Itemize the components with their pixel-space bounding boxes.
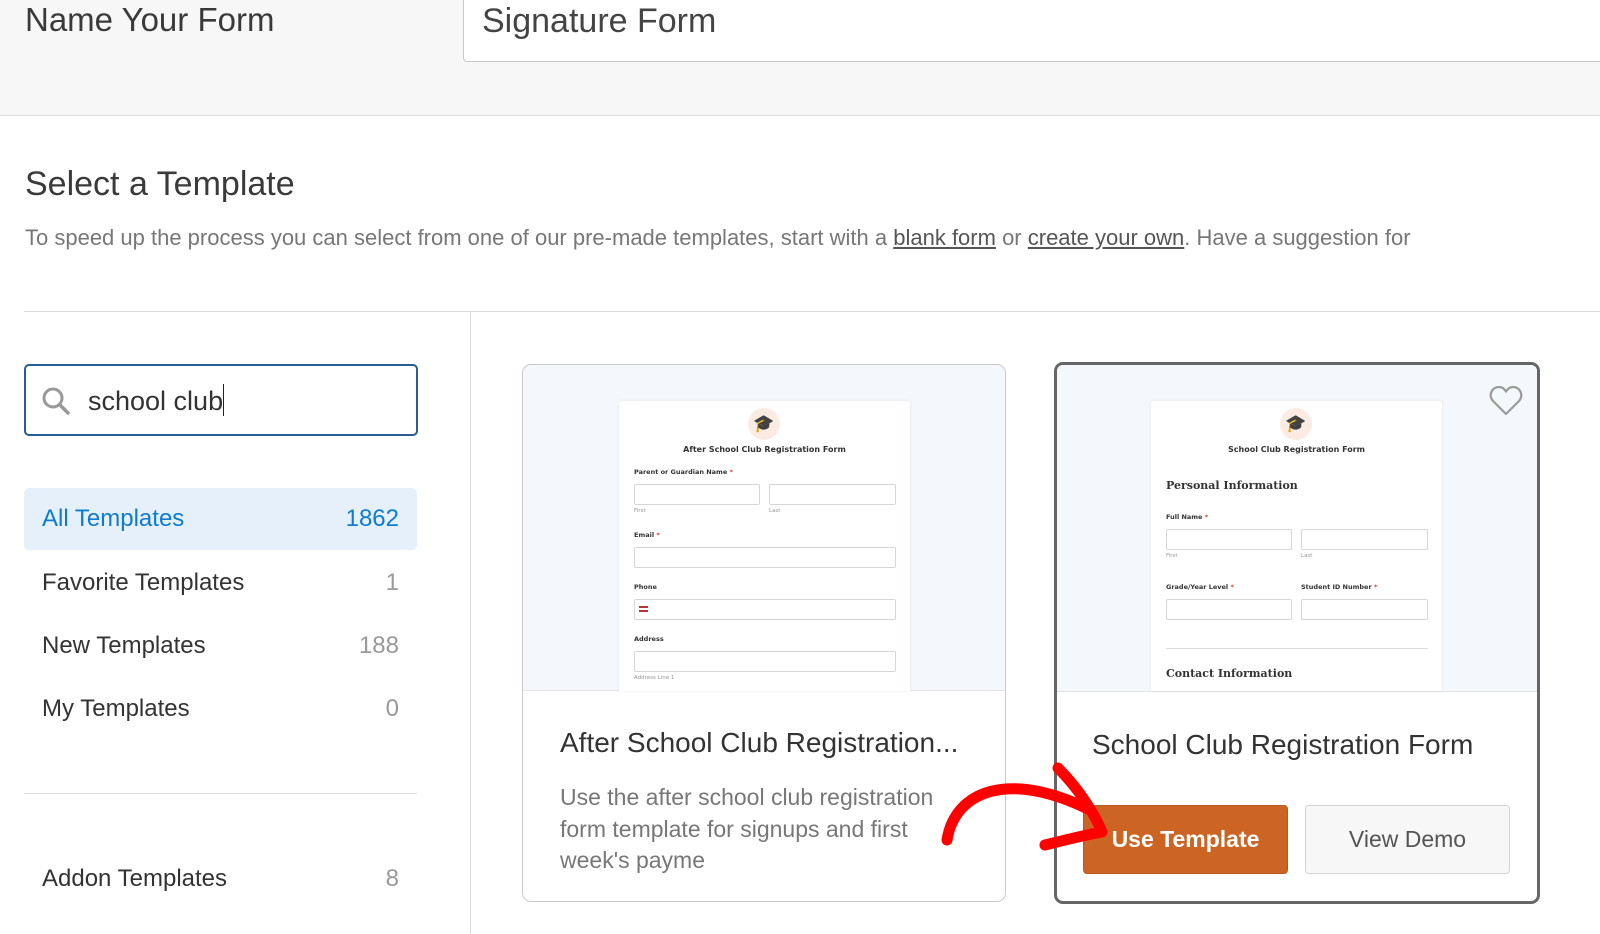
sidebar-item-count: 0 bbox=[385, 695, 399, 722]
preview-title: School Club Registration Form bbox=[1228, 445, 1365, 454]
divider bbox=[24, 793, 417, 794]
sidebar-item-favorite-templates[interactable]: Favorite Templates 1 bbox=[24, 552, 417, 614]
preview-sublabel: First bbox=[1166, 553, 1178, 559]
sidebar-item-label: Favorite Templates bbox=[42, 569, 245, 596]
preview-field bbox=[1166, 529, 1292, 550]
template-title: After School Club Registration... bbox=[560, 727, 959, 758]
sidebar-item-label: My Templates bbox=[42, 695, 190, 722]
preview-field bbox=[634, 547, 896, 568]
graduation-cap-icon: 🎓 bbox=[748, 408, 780, 440]
preview-field bbox=[634, 651, 896, 672]
desc-text: or bbox=[995, 225, 1028, 250]
preview-field bbox=[634, 484, 760, 505]
sidebar-item-label: All Templates bbox=[42, 505, 185, 532]
sidebar-item-my-templates[interactable]: My Templates 0 bbox=[24, 678, 417, 740]
form-name-input[interactable]: Signature Form bbox=[463, 0, 1600, 62]
template-preview: 🎓 After School Club Registration Form Pa… bbox=[523, 365, 1005, 691]
template-description: Use the after school club registration f… bbox=[560, 784, 934, 873]
preview-label: Full Name bbox=[1166, 513, 1203, 521]
preview-divider bbox=[1166, 648, 1428, 649]
template-preview: 🎓 School Club Registration Form Personal… bbox=[1057, 365, 1537, 692]
preview-section-title: Personal Information bbox=[1166, 479, 1298, 492]
page-title: Select a Template bbox=[25, 165, 295, 203]
sidebar-item-all-templates[interactable]: All Templates 1862 bbox=[24, 488, 417, 550]
blank-form-link[interactable]: blank form bbox=[893, 225, 996, 250]
preview-label: Phone bbox=[634, 583, 657, 591]
template-title: School Club Registration Form bbox=[1092, 729, 1474, 760]
name-your-form-label: Name Your Form bbox=[25, 1, 275, 38]
preview-sublabel: Address Line 1 bbox=[634, 675, 675, 681]
preview-field bbox=[1166, 599, 1292, 620]
preview-field bbox=[634, 599, 896, 620]
sidebar-item-label: Addon Templates bbox=[42, 865, 228, 892]
sidebar-item-addon-templates[interactable]: Addon Templates 8 bbox=[24, 848, 417, 910]
search-icon bbox=[42, 387, 70, 415]
preview-field bbox=[769, 484, 896, 505]
preview-field bbox=[1301, 529, 1428, 550]
sidebar-item-count: 8 bbox=[385, 865, 399, 892]
form-preview: 🎓 After School Club Registration Form Pa… bbox=[619, 401, 910, 691]
favorite-heart-icon[interactable] bbox=[1489, 385, 1523, 417]
template-card-after-school-club[interactable]: 🎓 After School Club Registration Form Pa… bbox=[522, 364, 1006, 902]
text-caret bbox=[223, 384, 225, 416]
template-card-school-club[interactable]: 🎓 School Club Registration Form Personal… bbox=[1054, 362, 1540, 904]
preview-label: Email bbox=[634, 531, 655, 539]
use-template-button[interactable]: Use Template bbox=[1083, 805, 1288, 874]
desc-text: To speed up the process you can select f… bbox=[25, 225, 894, 250]
sidebar-item-new-templates[interactable]: New Templates 188 bbox=[24, 615, 417, 677]
preview-sublabel: First bbox=[634, 508, 646, 514]
desc-text: . Have a suggestion for bbox=[1184, 225, 1411, 250]
search-value: school club bbox=[88, 384, 225, 417]
preview-label: Grade/Year Level bbox=[1166, 583, 1229, 591]
preview-title: After School Club Registration Form bbox=[683, 445, 846, 454]
divider bbox=[24, 311, 1600, 312]
divider bbox=[470, 311, 471, 934]
sidebar-item-count: 188 bbox=[358, 632, 399, 659]
sidebar-item-count: 1 bbox=[385, 569, 399, 596]
us-flag-icon bbox=[639, 606, 648, 612]
view-demo-button[interactable]: View Demo bbox=[1305, 805, 1510, 874]
form-preview: 🎓 School Club Registration Form Personal… bbox=[1151, 401, 1442, 691]
template-search-input[interactable]: school club bbox=[24, 364, 418, 436]
graduation-cap-icon: 🎓 bbox=[1280, 408, 1312, 440]
preview-label: Address bbox=[634, 635, 664, 643]
preview-sublabel: Last bbox=[1301, 553, 1313, 559]
preview-field bbox=[1301, 599, 1428, 620]
create-your-own-link[interactable]: create your own bbox=[1028, 225, 1185, 250]
sidebar-item-label: New Templates bbox=[42, 632, 206, 659]
template-description: To speed up the process you can select f… bbox=[25, 225, 1411, 251]
preview-sublabel: Last bbox=[769, 508, 781, 514]
preview-section-title: Contact Information bbox=[1166, 667, 1293, 680]
sidebar-item-count: 1862 bbox=[345, 505, 399, 532]
preview-label: Student ID Number bbox=[1301, 583, 1372, 591]
preview-label: Parent or Guardian Name bbox=[634, 468, 728, 476]
search-text: school club bbox=[88, 386, 224, 416]
